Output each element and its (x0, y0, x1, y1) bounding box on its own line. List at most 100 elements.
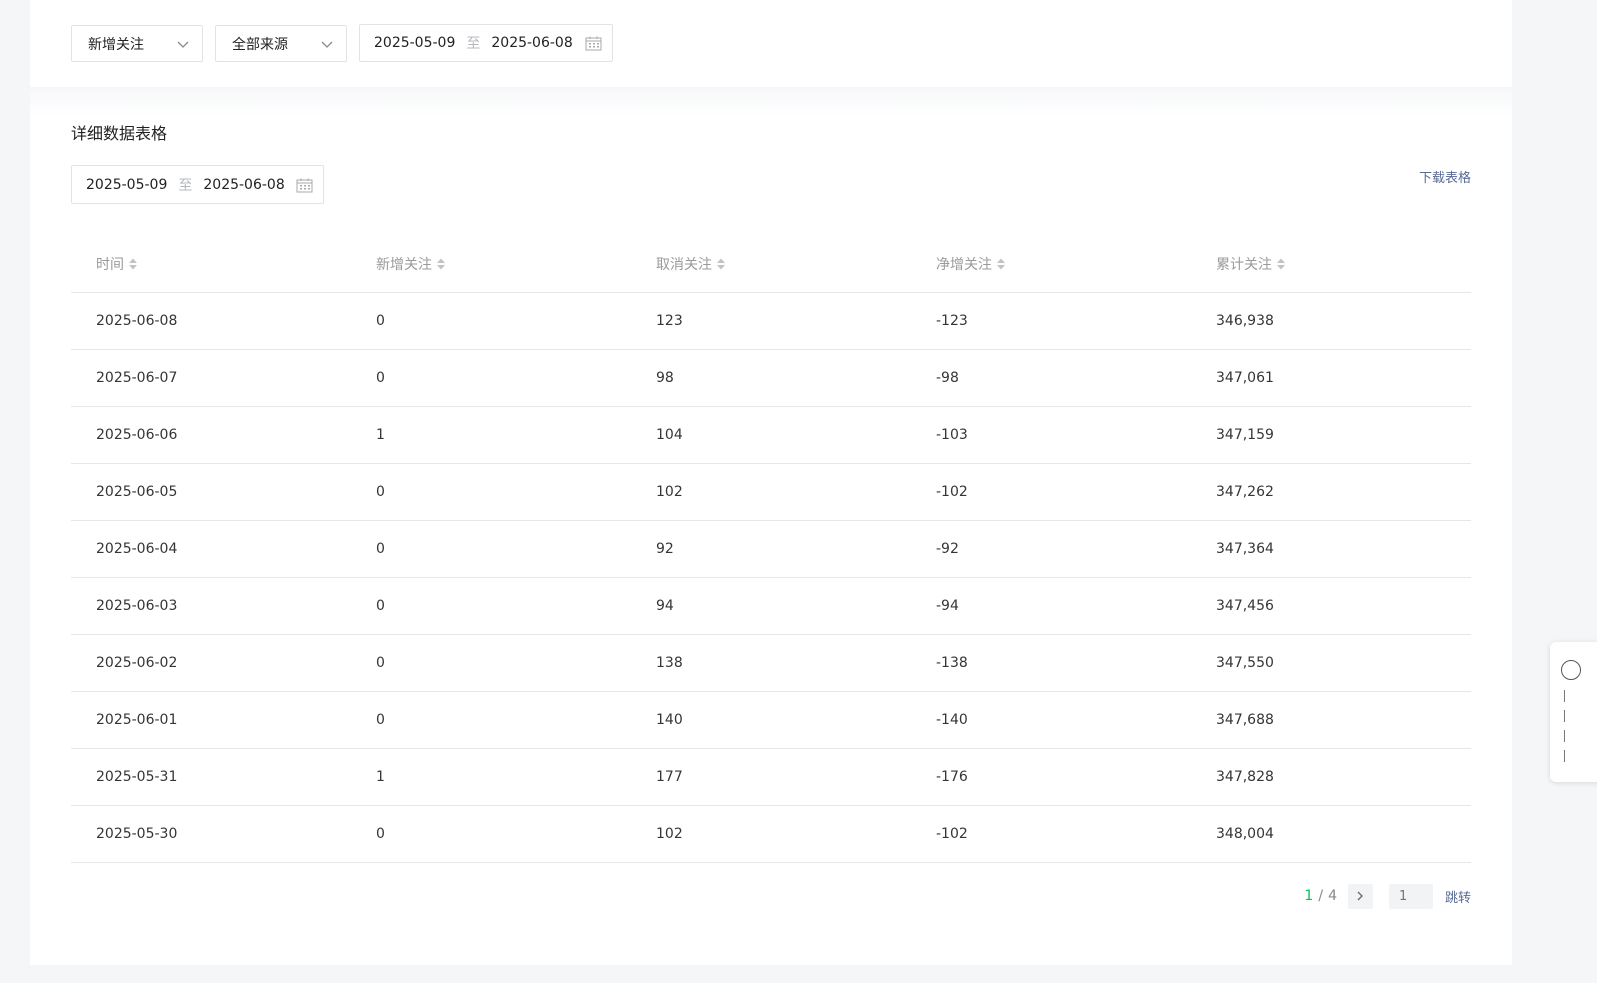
cell-new-follow: 0 (376, 541, 385, 557)
cell-time: 2025-06-03 (96, 598, 178, 614)
table-date-separator: 至 (178, 177, 193, 194)
cell-total-follow: 347,828 (1216, 769, 1274, 785)
top-date-range-picker[interactable]: 2025-05-09 至 2025-06-08 (359, 24, 613, 62)
metric-select[interactable]: 新增关注 (71, 25, 203, 62)
table-row: 2025-06-04 0 92 -92 347,364 (71, 521, 1471, 578)
column-header-unfollow[interactable]: 取消关注 (631, 254, 911, 274)
data-table: 时间 新增关注 取消关注 净增关注 累计关注 2025-06-08 0 123 … (71, 235, 1471, 863)
date-start[interactable]: 2025-05-09 (360, 35, 455, 51)
sort-icon (1277, 258, 1285, 269)
source-select-value: 全部来源 (232, 36, 288, 53)
table-row: 2025-05-30 0 102 -102 348,004 (71, 806, 1471, 863)
cell-time: 2025-06-02 (96, 655, 178, 671)
pagination: 1 / 4 跳转 (1304, 883, 1471, 909)
column-header-label: 净增关注 (936, 256, 992, 273)
table-header: 时间 新增关注 取消关注 净增关注 累计关注 (71, 235, 1471, 293)
cell-net-follow: -102 (936, 826, 968, 842)
cell-unfollow: 104 (656, 427, 683, 443)
column-header-label: 累计关注 (1216, 256, 1272, 273)
next-page-button[interactable] (1347, 883, 1373, 909)
table-date-range-picker[interactable]: 2025-05-09 至 2025-06-08 (71, 165, 324, 204)
table-row: 2025-06-03 0 94 -94 347,456 (71, 578, 1471, 635)
cell-net-follow: -102 (936, 484, 968, 500)
cell-net-follow: -94 (936, 598, 959, 614)
table-row: 2025-06-05 0 102 -102 347,262 (71, 464, 1471, 521)
cell-time: 2025-06-04 (96, 541, 178, 557)
tab-glyph (1564, 730, 1570, 742)
cell-new-follow: 0 (376, 313, 385, 329)
column-header-label: 时间 (96, 256, 124, 273)
calendar-icon (585, 36, 602, 51)
total-pages: 4 (1328, 888, 1337, 904)
cell-time: 2025-06-01 (96, 712, 178, 728)
cell-time: 2025-06-08 (96, 313, 178, 329)
cell-unfollow: 98 (656, 370, 674, 386)
column-header-label: 取消关注 (656, 256, 712, 273)
current-page: 1 (1304, 888, 1314, 904)
cell-time: 2025-06-05 (96, 484, 178, 500)
chevron-down-icon (177, 41, 189, 48)
feedback-side-tab[interactable] (1550, 642, 1597, 782)
table-date-start[interactable]: 2025-05-09 (72, 177, 167, 193)
date-end[interactable]: 2025-06-08 (491, 35, 572, 51)
cell-total-follow: 347,159 (1216, 427, 1274, 443)
cell-new-follow: 0 (376, 655, 385, 671)
cell-new-follow: 0 (376, 484, 385, 500)
metric-select-value: 新增关注 (88, 36, 144, 53)
download-table-link[interactable]: 下载表格 (1419, 167, 1471, 186)
cell-net-follow: -92 (936, 541, 959, 557)
tab-glyph (1564, 710, 1570, 722)
cell-unfollow: 140 (656, 712, 683, 728)
cell-total-follow: 347,061 (1216, 370, 1274, 386)
cell-unfollow: 138 (656, 655, 683, 671)
cell-net-follow: -138 (936, 655, 968, 671)
table-row: 2025-06-01 0 140 -140 347,688 (71, 692, 1471, 749)
cell-time: 2025-05-31 (96, 769, 178, 785)
tab-glyph (1564, 750, 1570, 762)
sort-icon (997, 258, 1005, 269)
table-row: 2025-06-02 0 138 -138 347,550 (71, 635, 1471, 692)
column-header-label: 新增关注 (376, 256, 432, 273)
column-header-new-follow[interactable]: 新增关注 (351, 254, 631, 274)
jump-page-input[interactable] (1388, 883, 1433, 909)
column-header-net-follow[interactable]: 净增关注 (911, 254, 1191, 274)
cell-time: 2025-05-30 (96, 826, 178, 842)
cell-time: 2025-06-07 (96, 370, 178, 386)
cell-unfollow: 102 (656, 826, 683, 842)
cell-new-follow: 0 (376, 712, 385, 728)
column-header-time[interactable]: 时间 (71, 254, 351, 274)
cell-new-follow: 1 (376, 769, 385, 785)
table-date-end[interactable]: 2025-06-08 (203, 177, 284, 193)
sort-icon (129, 258, 137, 269)
cell-new-follow: 1 (376, 427, 385, 443)
cell-total-follow: 346,938 (1216, 313, 1274, 329)
column-header-total-follow[interactable]: 累计关注 (1191, 254, 1471, 274)
date-separator: 至 (466, 36, 481, 52)
cell-total-follow: 347,688 (1216, 712, 1274, 728)
chevron-right-icon (1358, 891, 1364, 901)
section-title: 详细数据表格 (71, 124, 168, 143)
cell-unfollow: 94 (656, 598, 674, 614)
cell-unfollow: 123 (656, 313, 683, 329)
cell-total-follow: 348,004 (1216, 826, 1274, 842)
table-row: 2025-06-06 1 104 -103 347,159 (71, 407, 1471, 464)
table-row: 2025-06-08 0 123 -123 346,938 (71, 293, 1471, 350)
cell-total-follow: 347,364 (1216, 541, 1274, 557)
cell-new-follow: 0 (376, 598, 385, 614)
calendar-icon (296, 178, 313, 193)
tab-glyph (1564, 690, 1570, 702)
sort-icon (437, 258, 445, 269)
jump-button[interactable]: 跳转 (1445, 887, 1471, 906)
cell-net-follow: -176 (936, 769, 968, 785)
table-row: 2025-05-31 1 177 -176 347,828 (71, 749, 1471, 806)
table-row: 2025-06-07 0 98 -98 347,061 (71, 350, 1471, 407)
cell-total-follow: 347,550 (1216, 655, 1274, 671)
cell-unfollow: 92 (656, 541, 674, 557)
cell-time: 2025-06-06 (96, 427, 178, 443)
page-separator: / (1318, 888, 1324, 904)
source-select[interactable]: 全部来源 (215, 25, 347, 62)
cell-unfollow: 102 (656, 484, 683, 500)
cell-net-follow: -123 (936, 313, 968, 329)
cell-unfollow: 177 (656, 769, 683, 785)
cell-net-follow: -103 (936, 427, 968, 443)
